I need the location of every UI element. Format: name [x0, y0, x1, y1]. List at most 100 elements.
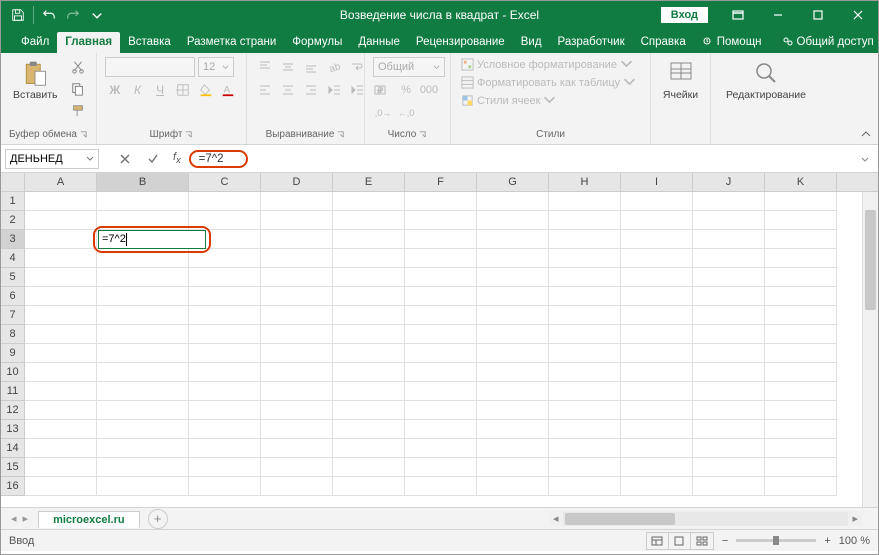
cell[interactable] — [405, 192, 477, 211]
minimize-icon[interactable] — [758, 1, 798, 29]
cell[interactable] — [333, 268, 405, 287]
cell[interactable] — [189, 268, 261, 287]
cell[interactable] — [189, 287, 261, 306]
cell[interactable] — [621, 420, 693, 439]
cell[interactable] — [405, 211, 477, 230]
cell[interactable] — [477, 477, 549, 496]
dec-decimal-icon[interactable]: ←,0 — [396, 103, 416, 123]
name-box[interactable]: ДЕНЬНЕД — [5, 149, 99, 169]
cell[interactable] — [549, 401, 621, 420]
underline-icon[interactable]: Ч — [150, 80, 170, 100]
cell[interactable] — [549, 306, 621, 325]
redo-icon[interactable] — [62, 4, 84, 26]
undo-icon[interactable] — [38, 4, 60, 26]
cell[interactable] — [477, 211, 549, 230]
tab-home[interactable]: Главная — [57, 32, 120, 53]
tab-view[interactable]: Вид — [513, 32, 550, 53]
zoom-in-icon[interactable]: + — [824, 535, 830, 547]
cell[interactable] — [261, 287, 333, 306]
cell[interactable] — [765, 287, 837, 306]
zoom-slider[interactable] — [736, 539, 816, 542]
cell[interactable] — [25, 382, 97, 401]
cell[interactable] — [97, 344, 189, 363]
cell[interactable] — [549, 363, 621, 382]
cell[interactable] — [477, 192, 549, 211]
cell[interactable] — [97, 211, 189, 230]
cell[interactable] — [25, 458, 97, 477]
tab-insert[interactable]: Вставка — [120, 32, 179, 53]
tab-help[interactable]: Справка — [633, 32, 694, 53]
cell[interactable] — [405, 344, 477, 363]
cell[interactable] — [405, 439, 477, 458]
save-icon[interactable] — [7, 4, 29, 26]
cell[interactable] — [549, 268, 621, 287]
cell[interactable] — [25, 420, 97, 439]
cell[interactable] — [189, 344, 261, 363]
tab-developer[interactable]: Разработчик — [550, 32, 633, 53]
cell[interactable] — [333, 420, 405, 439]
row-header[interactable]: 2 — [1, 211, 25, 230]
cell[interactable] — [549, 230, 621, 249]
row-header[interactable]: 5 — [1, 268, 25, 287]
cell[interactable] — [693, 401, 765, 420]
cell[interactable] — [693, 477, 765, 496]
border-icon[interactable] — [173, 80, 193, 100]
cell[interactable] — [333, 325, 405, 344]
view-break-icon[interactable] — [691, 533, 713, 549]
cell[interactable] — [621, 401, 693, 420]
col-header[interactable]: I — [621, 173, 693, 191]
cell[interactable] — [693, 230, 765, 249]
cell[interactable] — [97, 287, 189, 306]
tab-file[interactable]: Файл — [13, 32, 57, 53]
cell[interactable] — [549, 477, 621, 496]
row-header[interactable]: 1 — [1, 192, 25, 211]
cell[interactable] — [261, 249, 333, 268]
row-header[interactable]: 7 — [1, 306, 25, 325]
sheet-nav-prev-icon[interactable]: ◂ — [11, 512, 17, 525]
align-center-icon[interactable] — [278, 80, 298, 100]
cell[interactable] — [25, 287, 97, 306]
cell[interactable] — [405, 382, 477, 401]
sheet-tab[interactable]: microexcel.ru — [38, 511, 140, 528]
cell[interactable] — [693, 287, 765, 306]
cell[interactable] — [25, 268, 97, 287]
cell[interactable] — [261, 477, 333, 496]
cell[interactable] — [189, 249, 261, 268]
cell[interactable] — [189, 439, 261, 458]
cell[interactable] — [549, 439, 621, 458]
cell[interactable] — [693, 458, 765, 477]
cell[interactable] — [25, 249, 97, 268]
qat-dropdown-icon[interactable] — [86, 4, 108, 26]
cell[interactable] — [405, 268, 477, 287]
cell[interactable] — [25, 230, 97, 249]
cell[interactable] — [189, 211, 261, 230]
row-header[interactable]: 15 — [1, 458, 25, 477]
cell[interactable] — [405, 363, 477, 382]
cell[interactable] — [549, 249, 621, 268]
cell[interactable] — [621, 306, 693, 325]
cell[interactable] — [25, 325, 97, 344]
col-header[interactable]: H — [549, 173, 621, 191]
cell[interactable] — [765, 363, 837, 382]
row-header[interactable]: 14 — [1, 439, 25, 458]
cell[interactable] — [621, 382, 693, 401]
cell[interactable] — [97, 382, 189, 401]
cell[interactable] — [405, 420, 477, 439]
cell[interactable] — [621, 268, 693, 287]
indent-inc-icon[interactable] — [347, 80, 367, 100]
cell[interactable] — [333, 249, 405, 268]
zoom-out-icon[interactable]: − — [722, 535, 728, 547]
collapse-ribbon-icon[interactable] — [860, 128, 872, 140]
cell[interactable] — [189, 420, 261, 439]
cell[interactable] — [621, 439, 693, 458]
cell[interactable] — [765, 401, 837, 420]
align-top-icon[interactable] — [255, 57, 275, 77]
cell[interactable] — [693, 192, 765, 211]
cell[interactable] — [97, 268, 189, 287]
fx-icon[interactable]: fx — [173, 151, 181, 165]
tab-review[interactable]: Рецензирование — [408, 32, 513, 53]
cell[interactable] — [97, 458, 189, 477]
cell[interactable] — [549, 458, 621, 477]
cell[interactable] — [261, 306, 333, 325]
cell[interactable] — [333, 192, 405, 211]
